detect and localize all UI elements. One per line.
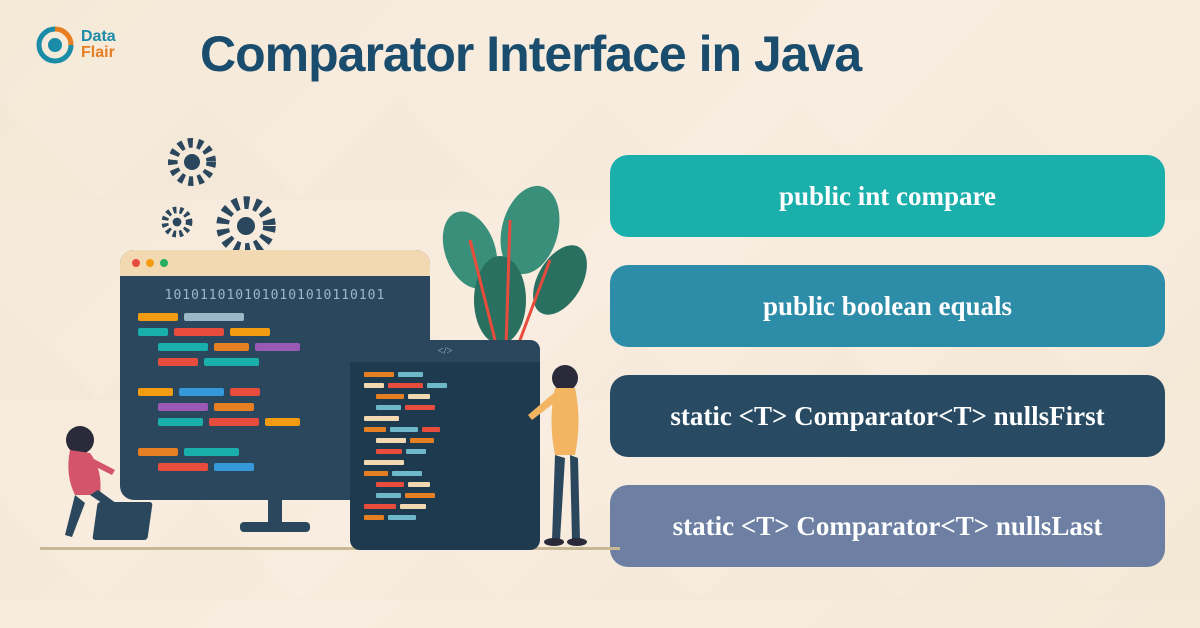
illustration: 1010110101010101010110101 </>	[40, 140, 600, 580]
laptop-icon	[92, 502, 152, 540]
tablet-illustration: </>	[350, 340, 540, 550]
binary-text: 1010110101010101010110101	[138, 288, 412, 303]
page-title: Comparator Interface in Java	[200, 25, 861, 83]
logo-icon	[35, 25, 75, 65]
method-pill-nullsfirst: static <T> Comparator<T> nullsFirst	[610, 375, 1165, 457]
logo-text-1: Data	[81, 29, 116, 45]
person-standing-icon	[520, 360, 610, 550]
gear-icon	[160, 130, 224, 194]
logo-text-2: Flair	[81, 45, 116, 61]
method-list: public int compare public boolean equals…	[610, 155, 1165, 567]
method-pill-equals: public boolean equals	[610, 265, 1165, 347]
method-pill-compare: public int compare	[610, 155, 1165, 237]
tablet-header: </>	[350, 340, 540, 362]
gear-icon	[155, 200, 199, 244]
method-pill-nullslast: static <T> Comparator<T> nullsLast	[610, 485, 1165, 567]
logo: Data Flair	[35, 25, 116, 65]
